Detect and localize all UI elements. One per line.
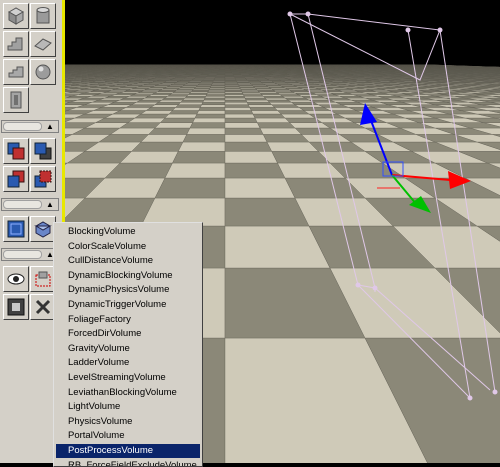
floor-tile [225, 134, 267, 142]
floor-tile [149, 128, 190, 134]
cube-brush-button[interactable] [3, 3, 29, 29]
floor-tile [155, 123, 193, 128]
cylinder-brush-icon [33, 6, 53, 26]
floor-tile [260, 128, 301, 134]
deintersect-brush-icon [33, 169, 53, 189]
door-volume-icon [6, 90, 26, 110]
volumetric-brush-button[interactable] [3, 87, 29, 113]
brush-dropdown-3[interactable]: ▲ [1, 248, 59, 261]
floor-tile [257, 123, 295, 128]
spiral-stair-button[interactable] [3, 59, 29, 85]
floor-tile [173, 151, 226, 163]
csg-deintersect-button[interactable] [30, 166, 56, 192]
csg-add-button[interactable] [3, 138, 29, 164]
linear-stair-button[interactable] [3, 31, 29, 57]
csg-intersect-button[interactable] [3, 166, 29, 192]
floor-tile [225, 198, 309, 226]
sphere-brush-icon [33, 62, 53, 82]
arrow-up-icon: ▲ [44, 200, 56, 209]
floor-tile [225, 123, 260, 128]
show-selected-button[interactable] [3, 266, 29, 292]
floor-tile [141, 134, 187, 142]
floor-tile [165, 163, 225, 178]
cylinder-brush-button[interactable] [30, 3, 56, 29]
select-icon [6, 297, 26, 317]
add-brush-icon [6, 141, 26, 161]
floor-tile [190, 123, 225, 128]
brush-dropdown-2[interactable]: ▲ [1, 198, 59, 211]
linear-stair-icon [6, 34, 26, 54]
close-icon [33, 297, 53, 317]
subtract-brush-icon [33, 141, 53, 161]
dropdown-field [3, 122, 42, 131]
floor-tile [225, 151, 278, 163]
arrow-up-icon: ▲ [44, 122, 56, 131]
brush-dropdown-1[interactable]: ▲ [1, 120, 59, 133]
floor-tile [187, 128, 225, 134]
floor-tile [225, 178, 295, 198]
add-static-mesh-icon [33, 219, 53, 239]
spiral-stair-icon [6, 62, 26, 82]
floor-tile [263, 134, 309, 142]
hide-selected-icon [33, 269, 53, 289]
dropdown-field [3, 200, 42, 209]
floor-tile [132, 142, 183, 151]
sheet-brush-icon [33, 34, 53, 54]
add-volume-button[interactable] [3, 216, 29, 242]
floor-tile [183, 134, 225, 142]
dropdown-field [3, 250, 42, 259]
intersect-brush-icon [6, 169, 26, 189]
csg-subtract-button[interactable] [30, 138, 56, 164]
floor-tile [155, 178, 225, 198]
show-selected-icon [6, 269, 26, 289]
sheet-brush-button[interactable] [30, 31, 56, 57]
sphere-brush-button[interactable] [30, 59, 56, 85]
add-volume-icon [6, 219, 26, 239]
floor-tile [178, 142, 225, 151]
select-button[interactable] [3, 294, 29, 320]
floor-tile [225, 142, 272, 151]
floor-tile [225, 128, 263, 134]
floor-tile [225, 163, 285, 178]
cube-brush-icon [6, 6, 26, 26]
